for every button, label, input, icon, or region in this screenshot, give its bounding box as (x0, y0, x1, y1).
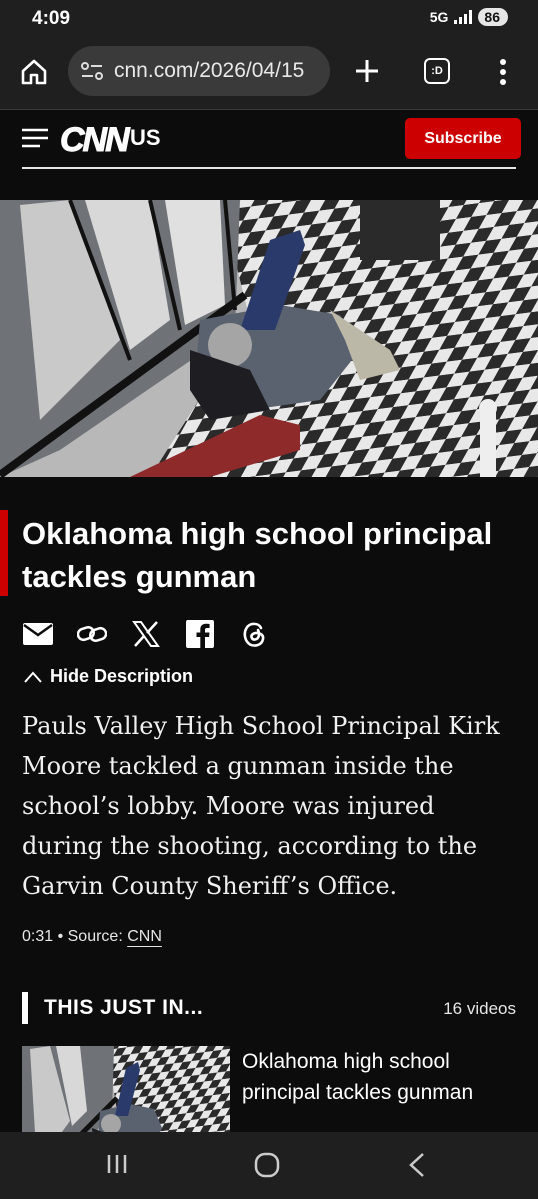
share-row (22, 618, 270, 650)
url-text: cnn.com/2026/04/15 (114, 59, 305, 82)
edition-label[interactable]: US (130, 125, 161, 151)
video-frame-image (0, 200, 538, 477)
video-description: Pauls Valley High School Principal Kirk … (22, 712, 500, 900)
status-bar: 4:09 5G 86 (0, 0, 538, 38)
browser-toolbar: cnn.com/2026/04/15 :D (0, 38, 538, 110)
network-type: 5G (429, 9, 449, 25)
headline-accent-bar (0, 510, 8, 596)
threads-icon[interactable] (238, 618, 270, 650)
subscribe-button[interactable]: Subscribe (405, 118, 521, 159)
facebook-icon[interactable] (184, 618, 216, 650)
home-button-icon[interactable] (254, 1152, 280, 1178)
source-link[interactable]: CNN (127, 928, 162, 945)
video-duration: 0:31 (22, 928, 54, 945)
cnn-logo[interactable]: CNN (60, 121, 131, 160)
video-player[interactable] (0, 200, 538, 477)
hide-description-label: Hide Description (50, 666, 194, 686)
site-settings-icon[interactable] (80, 61, 104, 81)
playlist-item-title[interactable]: Oklahoma high school principal tackles g… (242, 1046, 512, 1108)
playlist-title: THIS JUST IN... (44, 996, 204, 1019)
article-headline: Oklahoma high school principal tackles g… (22, 516, 493, 594)
source-prefix: • Source: (53, 928, 128, 945)
more-options-icon[interactable] (498, 58, 508, 86)
email-icon[interactable] (22, 618, 54, 650)
x-icon[interactable] (130, 618, 162, 650)
system-nav-bar (0, 1132, 538, 1199)
playlist-count: 16 videos (443, 999, 516, 1018)
address-bar[interactable]: cnn.com/2026/04/15 (68, 46, 330, 96)
tab-switcher-button[interactable]: :D (424, 58, 450, 84)
video-meta: 0:31 • Source: CNN (22, 928, 162, 946)
menu-icon[interactable] (22, 127, 48, 149)
recent-apps-icon[interactable] (106, 1152, 128, 1176)
new-tab-icon[interactable] (352, 56, 382, 86)
playlist-header: THIS JUST IN... 16 videos (22, 990, 516, 1024)
status-right: 5G 86 (430, 8, 508, 26)
link-icon[interactable] (76, 618, 108, 650)
site-header: CNN US Subscribe (0, 111, 538, 199)
chevron-up-icon (24, 670, 42, 683)
home-icon[interactable] (20, 58, 48, 86)
status-time: 4:09 (32, 8, 71, 29)
hide-description-toggle[interactable]: Hide Description (24, 666, 193, 687)
signal-icon (454, 10, 473, 24)
back-icon[interactable] (408, 1152, 426, 1178)
battery-indicator: 86 (478, 8, 508, 26)
section-accent-bar (22, 992, 28, 1024)
header-divider (22, 167, 516, 169)
